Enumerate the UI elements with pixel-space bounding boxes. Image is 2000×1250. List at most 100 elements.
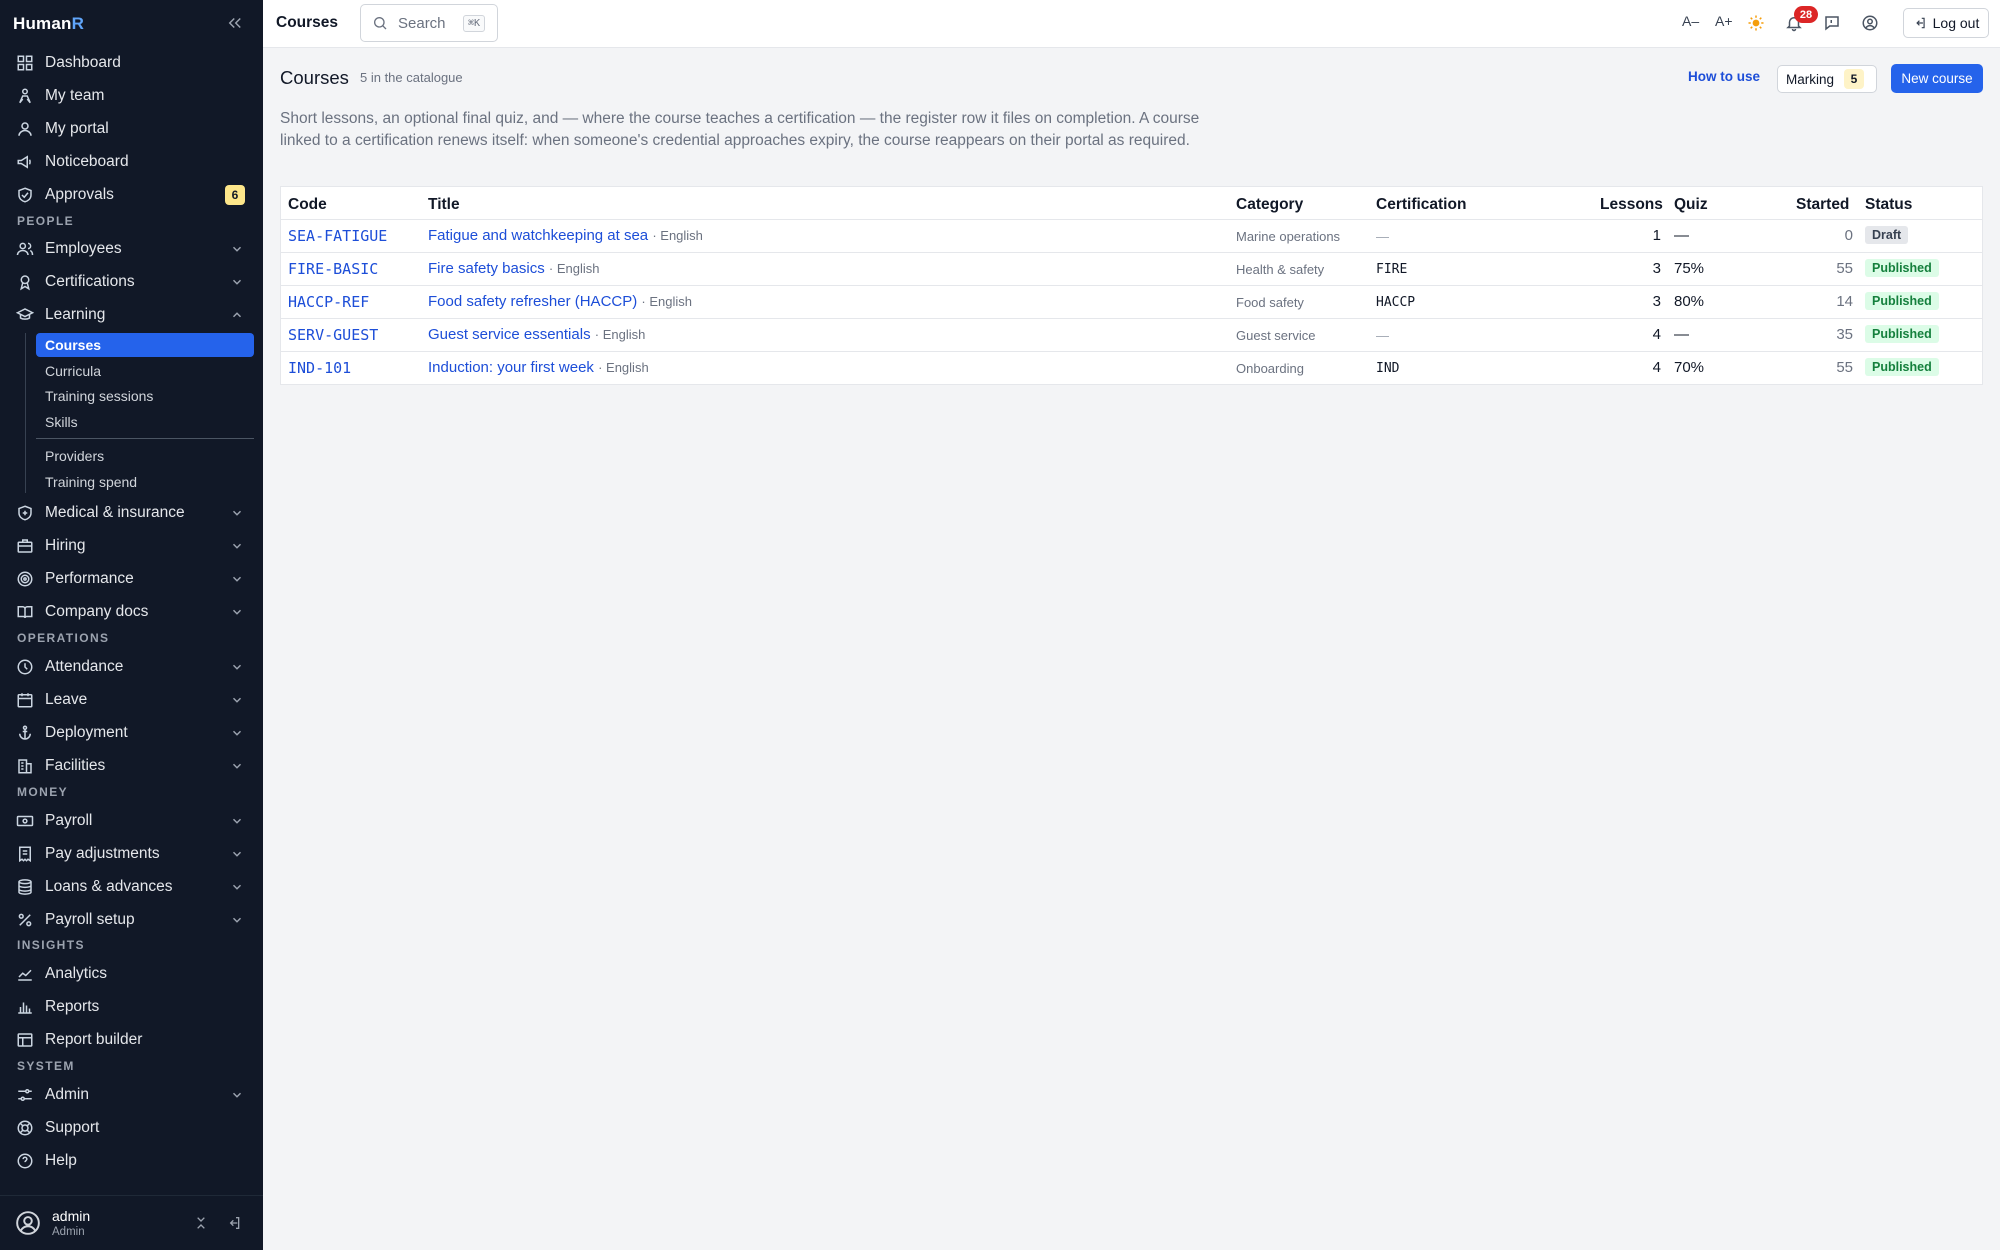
- search-input[interactable]: Search ⌘K: [360, 4, 498, 42]
- status-badge: Published: [1865, 259, 1939, 277]
- column-header-started[interactable]: Started: [1796, 196, 1849, 214]
- nav-reports[interactable]: Reports: [10, 992, 252, 1022]
- course-quiz: 80%: [1674, 293, 1705, 310]
- sun-icon[interactable]: [1747, 14, 1765, 32]
- how-to-use-link[interactable]: How to use: [1688, 69, 1760, 84]
- account-icon[interactable]: [1861, 14, 1879, 32]
- column-header-certification[interactable]: Certification: [1376, 196, 1466, 214]
- sidebar-item-curricula[interactable]: Curricula: [36, 359, 254, 383]
- nav-payroll[interactable]: Payroll: [10, 806, 252, 836]
- nav-help[interactable]: Help: [10, 1146, 252, 1176]
- nav-approvals[interactable]: Approvals 6: [10, 180, 252, 210]
- chevron-down-icon: [232, 884, 242, 890]
- nav-report-builder[interactable]: Report builder: [10, 1025, 252, 1055]
- clock-icon: [17, 659, 33, 675]
- table-row[interactable]: IND-101 Induction: your first week · Eng…: [281, 351, 1982, 384]
- chevron-down-icon: [232, 279, 242, 285]
- nav-facilities[interactable]: Facilities: [10, 751, 252, 781]
- sidebar-item-providers[interactable]: Providers: [36, 444, 254, 468]
- table-row[interactable]: SERV-GUEST Guest service essentials · En…: [281, 318, 1982, 351]
- course-title-link[interactable]: Induction: your first week: [428, 359, 594, 376]
- nav-my-portal[interactable]: My portal: [10, 114, 252, 144]
- column-header-code[interactable]: Code: [288, 196, 327, 214]
- course-title-link[interactable]: Food safety refresher (HACCP): [428, 293, 637, 310]
- nav-medical-label: Medical & insurance: [45, 504, 185, 521]
- calendar-icon: [17, 693, 33, 708]
- course-title-link[interactable]: Fire safety basics: [428, 260, 545, 277]
- nav-company-docs-label: Company docs: [45, 603, 149, 620]
- avatar[interactable]: [15, 1210, 41, 1236]
- course-code[interactable]: SERV-GUEST: [288, 326, 378, 344]
- message-icon[interactable]: [1823, 14, 1841, 32]
- course-code[interactable]: SEA-FATIGUE: [288, 227, 387, 245]
- font-smaller-button[interactable]: A–: [1682, 13, 1699, 29]
- sidebar-item-training-sessions[interactable]: Training sessions: [36, 384, 254, 408]
- status-badge: Draft: [1865, 226, 1909, 244]
- brand-logo[interactable]: HumanR: [13, 14, 84, 34]
- nav-employees[interactable]: Employees: [10, 234, 252, 264]
- nav-employees-label: Employees: [45, 240, 122, 257]
- nav-hiring-label: Hiring: [45, 537, 86, 554]
- column-header-category[interactable]: Category: [1236, 196, 1303, 214]
- nav-support-label: Support: [45, 1119, 100, 1136]
- graduation-cap-icon: [16, 308, 34, 320]
- nav-loans[interactable]: Loans & advances: [10, 872, 252, 902]
- nav-certifications[interactable]: Certifications: [10, 267, 252, 297]
- column-header-title[interactable]: Title: [428, 196, 460, 214]
- course-language: · English: [641, 294, 692, 309]
- table-row[interactable]: FIRE-BASIC Fire safety basics · English …: [281, 252, 1982, 285]
- nav-analytics[interactable]: Analytics: [10, 959, 252, 989]
- logout-button[interactable]: Log out: [1903, 8, 1989, 38]
- column-header-quiz[interactable]: Quiz: [1674, 196, 1708, 214]
- chevron-down-icon: [232, 818, 242, 824]
- nav-performance[interactable]: Performance: [10, 564, 252, 594]
- nav-noticeboard[interactable]: Noticeboard: [10, 147, 252, 177]
- chevron-down-icon: [232, 917, 242, 923]
- nav-learning[interactable]: Learning: [10, 300, 252, 330]
- course-quiz: —: [1674, 326, 1689, 343]
- course-started: 35: [1836, 326, 1853, 343]
- sidebar-item-courses[interactable]: Courses: [36, 333, 254, 357]
- sidebar-item-training-spend[interactable]: Training spend: [36, 470, 254, 494]
- column-header-lessons[interactable]: Lessons: [1600, 196, 1663, 214]
- course-category: Onboarding: [1236, 361, 1304, 376]
- nav-support[interactable]: Support: [10, 1113, 252, 1143]
- font-larger-button[interactable]: A+: [1715, 13, 1733, 29]
- course-code[interactable]: FIRE-BASIC: [288, 260, 378, 278]
- nav-hiring[interactable]: Hiring: [10, 531, 252, 561]
- course-title-link[interactable]: Guest service essentials: [428, 326, 591, 343]
- nav-medical[interactable]: Medical & insurance: [10, 498, 252, 528]
- course-lessons: 3: [1652, 293, 1661, 310]
- nav-my-team[interactable]: My team: [10, 81, 252, 111]
- courses-table: Code Title Category Certification Lesson…: [280, 186, 1983, 385]
- nav-dashboard[interactable]: Dashboard: [10, 48, 252, 78]
- marking-button[interactable]: Marking 5: [1777, 65, 1877, 93]
- table-row[interactable]: HACCP-REF Food safety refresher (HACCP) …: [281, 285, 1982, 318]
- nav-payroll-setup[interactable]: Payroll setup: [10, 905, 252, 935]
- course-code[interactable]: HACCP-REF: [288, 293, 369, 311]
- course-title-link[interactable]: Fatigue and watchkeeping at sea: [428, 227, 648, 244]
- nav-report-builder-label: Report builder: [45, 1031, 143, 1048]
- nav-attendance[interactable]: Attendance: [10, 652, 252, 682]
- course-code[interactable]: IND-101: [288, 359, 351, 377]
- expand-collapse-icon[interactable]: [193, 1215, 209, 1231]
- nav-admin[interactable]: Admin: [10, 1080, 252, 1110]
- award-icon: [20, 275, 30, 291]
- search-shortcut-hint: ⌘K: [462, 14, 485, 32]
- sidebar-user-footer: admin Admin: [0, 1195, 263, 1250]
- column-header-status[interactable]: Status: [1865, 196, 1912, 214]
- status-badge: Published: [1865, 325, 1939, 343]
- nav-leave[interactable]: Leave: [10, 685, 252, 715]
- collapse-sidebar-icon[interactable]: [226, 14, 244, 32]
- logout-icon: [1915, 17, 1925, 29]
- nav-pay-adjustments[interactable]: Pay adjustments: [10, 839, 252, 869]
- section-label-money: MONEY: [17, 785, 69, 799]
- lifebuoy-icon: [17, 1120, 33, 1136]
- nav-deployment[interactable]: Deployment: [10, 718, 252, 748]
- sign-out-icon[interactable]: [226, 1215, 242, 1231]
- new-course-button[interactable]: New course: [1891, 64, 1983, 93]
- nav-company-docs[interactable]: Company docs: [10, 597, 252, 627]
- course-started: 55: [1836, 359, 1853, 376]
- sidebar-item-skills[interactable]: Skills: [36, 410, 254, 434]
- table-row[interactable]: SEA-FATIGUE Fatigue and watchkeeping at …: [281, 219, 1982, 252]
